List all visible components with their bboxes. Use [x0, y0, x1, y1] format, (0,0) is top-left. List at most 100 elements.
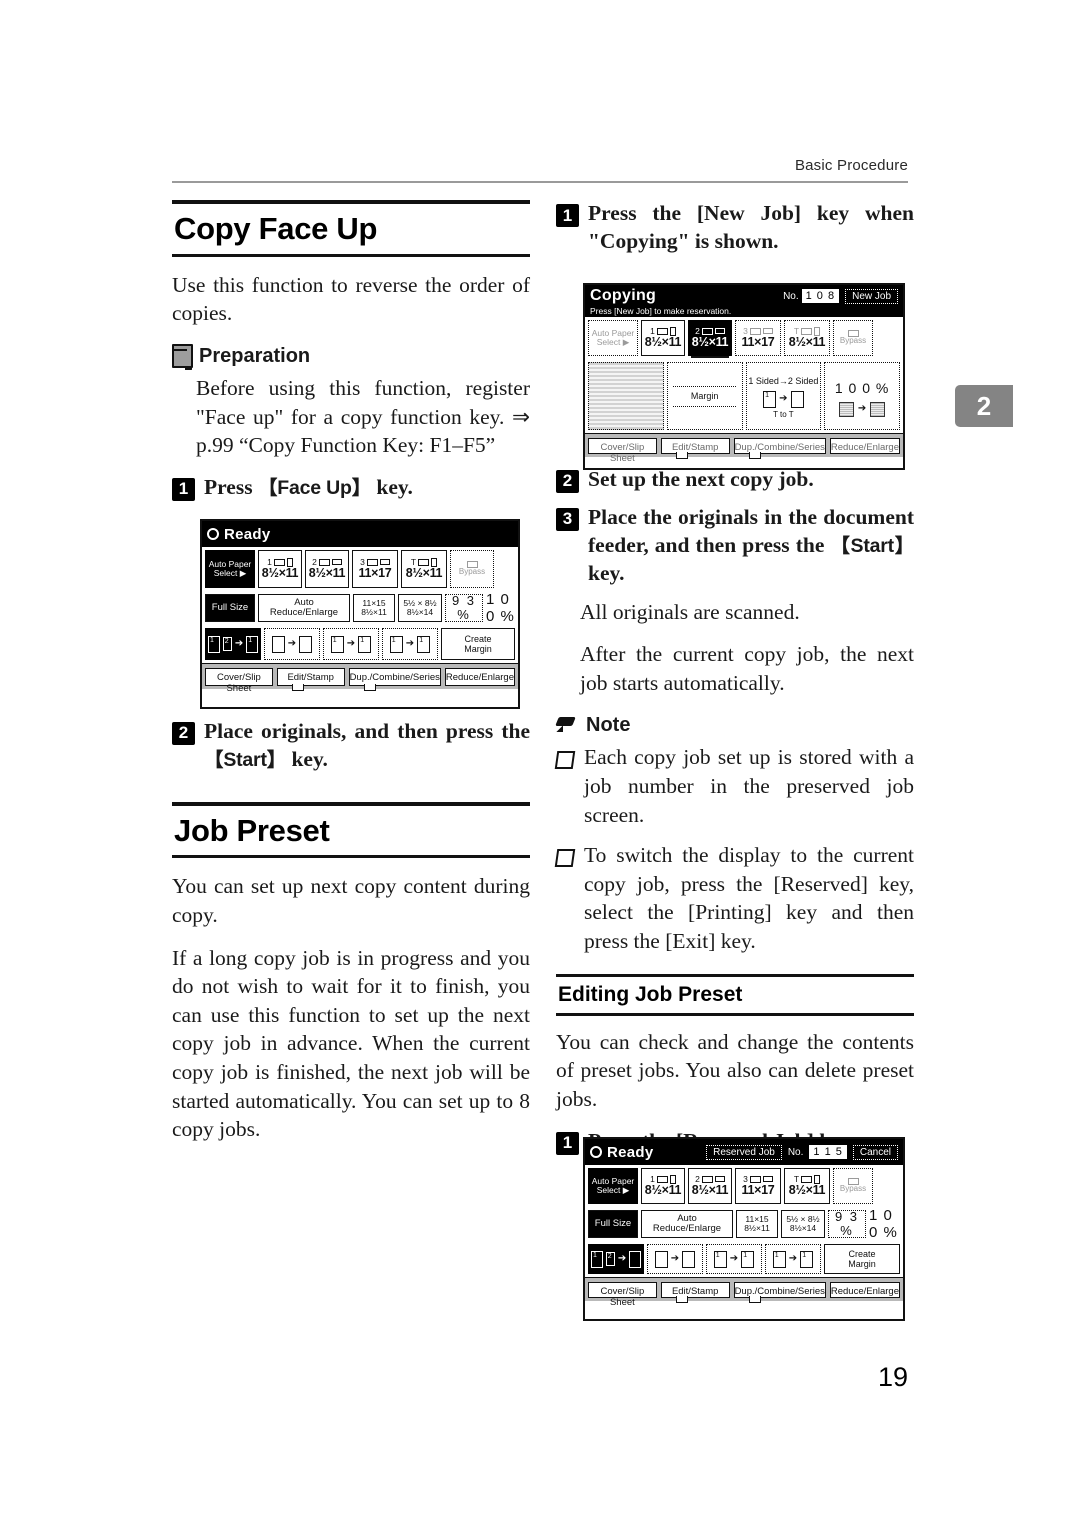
- duplex-key-1to2-sel[interactable]: 1 2 ➔ 1: [205, 628, 261, 660]
- tab-notch-icon: [675, 452, 688, 459]
- tab-reduce-enlarge[interactable]: Reduce/Enlarge: [829, 1282, 900, 1298]
- ratio-key-5half-x-8half[interactable]: 5½ × 8½ 8½×14: [398, 594, 442, 622]
- preparation-label: Preparation: [199, 345, 311, 367]
- ratio-93-label: 9 3 %: [834, 1208, 860, 1238]
- sheet-icon: 1: [763, 390, 777, 408]
- auto-reduce-enlarge-key[interactable]: Auto Reduce/Enlarge: [641, 1210, 733, 1238]
- orientation-landscape-icon: [331, 559, 342, 566]
- bypass-key[interactable]: Bypass: [833, 320, 873, 356]
- lcd-status-text: Copying: [590, 287, 657, 304]
- duplex-key-combine[interactable]: 1 ➔ 1: [382, 628, 438, 660]
- full-size-key[interactable]: Full Size: [588, 1210, 638, 1238]
- arrow-icon: ➔: [729, 1253, 739, 1264]
- step-number: 2: [556, 469, 579, 493]
- running-head: Basic Procedure: [794, 157, 908, 174]
- page-icon: [870, 401, 886, 417]
- reserved-job-button[interactable]: Reserved Job: [706, 1144, 782, 1160]
- paper-tray-key-2[interactable]: 2 8½×11: [688, 1168, 732, 1204]
- tab-edit-stamp[interactable]: Edit/Stamp: [276, 668, 345, 691]
- ratio-key-11x15[interactable]: 11×15 8½×11: [353, 594, 395, 622]
- sheet-icon: 1: [741, 1250, 755, 1268]
- tab-edit-stamp[interactable]: Edit/Stamp: [660, 438, 730, 459]
- paper-tray-key-1[interactable]: 1 8½×11: [641, 320, 685, 356]
- zoom-value: 1 0 0 %: [834, 379, 890, 396]
- arrow-icon: ➔: [405, 638, 415, 649]
- paper-tray-row: Auto Paper Select ▶ 1 8½×11 2 8½×11 3 11×…: [585, 1165, 903, 1207]
- duplex-key-1to1[interactable]: 1 ➔ 1: [706, 1244, 762, 1274]
- ratio-key-5half-x-8half[interactable]: 5½ × 8½ 8½×14: [781, 1210, 825, 1238]
- margin-label: Margin: [690, 390, 719, 401]
- paper-tray-key-2-selected[interactable]: 2 8½×11: [688, 320, 732, 356]
- operation-panel-ready-screenshot: Ready Auto Paper Select ▶ 1 8½×11 2 8½×11…: [200, 519, 520, 709]
- step-text-after: key.: [286, 746, 328, 771]
- paper-tray-key-1[interactable]: 1 8½×11: [641, 1168, 685, 1204]
- duplex-key-combine[interactable]: 1 ➔ 1: [765, 1244, 821, 1274]
- auto-paper-select-key[interactable]: Auto Paper Select ▶: [588, 320, 638, 356]
- sheet-icon: [299, 635, 313, 653]
- tab-notch-icon: [291, 684, 304, 691]
- arrow-icon: ➔: [234, 638, 244, 649]
- duplex-key-2to2[interactable]: ➔: [264, 628, 320, 660]
- auto-paper-select-key[interactable]: Auto Paper Select ▶: [588, 1168, 638, 1204]
- tab-cover-slip-sheet[interactable]: Cover/Slip Sheet: [588, 438, 657, 464]
- paper-size-label: 11×17: [741, 334, 775, 349]
- bypass-label: Bypass: [458, 567, 486, 577]
- cancel-button[interactable]: Cancel: [852, 1144, 898, 1160]
- tab-dup-combine-series[interactable]: Dup./Combine/Series: [733, 1282, 826, 1303]
- duplex-key-2to2[interactable]: ➔: [647, 1244, 703, 1274]
- after-step-text-1: All originals are scanned.: [580, 599, 800, 624]
- bypass-key[interactable]: Bypass: [833, 1168, 873, 1204]
- running-head-rule: [172, 181, 908, 183]
- paper-tray-key-3[interactable]: 3 11×17: [352, 550, 398, 588]
- paper-tray-key-t[interactable]: T 8½×11: [784, 320, 830, 356]
- status-cell-cover: [588, 362, 664, 430]
- duplex-key-1to1[interactable]: 1 ➔ 1: [323, 628, 379, 660]
- tray-icon: [366, 558, 378, 566]
- tab-notch-icon: [748, 452, 761, 459]
- auto-paper-select-key[interactable]: Auto Paper Select ▶: [205, 550, 255, 588]
- duplex-key-1to2-sel[interactable]: 1 2 ➔: [588, 1244, 644, 1274]
- create-margin-key[interactable]: Create Margin: [824, 1244, 900, 1274]
- paper-tray-key-3[interactable]: 3 11×17: [735, 320, 781, 356]
- paper-tray-key-t[interactable]: T 8½×11: [784, 1168, 830, 1204]
- bypass-label: Bypass: [839, 1184, 867, 1194]
- tab-cover-slip-sheet[interactable]: Cover/Slip Sheet: [205, 668, 273, 694]
- tab-notch-icon: [748, 1296, 761, 1303]
- paper-tray-key-3[interactable]: 3 11×17: [735, 1168, 781, 1204]
- note-bullet-2: To switch the display to the current cop…: [554, 841, 914, 955]
- paper-tray-key-1[interactable]: 1 8½×11: [258, 550, 302, 588]
- orientation-landscape-icon: [379, 559, 390, 566]
- new-job-button[interactable]: New Job: [845, 288, 898, 304]
- sheet-icon: 1: [417, 635, 431, 653]
- paper-size-label: 8½×11: [405, 565, 443, 580]
- intro-paragraph: Use this function to reverse the order o…: [172, 272, 530, 326]
- tab-reduce-enlarge[interactable]: Reduce/Enlarge: [829, 438, 900, 454]
- sheet-icon: 1: [208, 635, 220, 653]
- ratio-key-93[interactable]: 9 3 %: [828, 1208, 866, 1238]
- tab-cover-slip-sheet[interactable]: Cover/Slip Sheet: [588, 1282, 657, 1308]
- paper-tray-key-t[interactable]: T 8½×11: [401, 550, 447, 588]
- paper-tray-key-2[interactable]: 2 8½×11: [305, 550, 349, 588]
- page-icon: [838, 401, 854, 417]
- tab-edit-stamp[interactable]: Edit/Stamp: [660, 1282, 730, 1303]
- full-size-key[interactable]: Full Size: [205, 594, 255, 622]
- tab-dup-combine-series[interactable]: Dup./Combine/Series: [348, 668, 441, 691]
- status-cell-duplex: 1 Sided→2 Sided 1 ➔ T to T: [745, 362, 822, 430]
- step-number: 1: [556, 204, 579, 227]
- manual-page: Basic Procedure 2 Copy Face Up Use this …: [0, 0, 1080, 1528]
- auto-reduce-enlarge-key[interactable]: Auto Reduce/Enlarge: [258, 594, 350, 622]
- note-bullet-1: Each copy job set up is stored with a jo…: [554, 743, 914, 829]
- step-text: Place the originals in the document feed…: [588, 504, 914, 588]
- function-tab-row: Cover/Slip Sheet Edit/Stamp Dup./Combine…: [585, 1277, 903, 1308]
- create-margin-key[interactable]: Create Margin: [441, 628, 515, 660]
- paper-size-label: 8½×11: [261, 565, 299, 580]
- ratio-key-93[interactable]: 9 3 %: [445, 593, 483, 622]
- note-text: To switch the display to the current cop…: [584, 843, 914, 953]
- arrow-icon: ➔: [779, 393, 788, 404]
- step-number: 1: [172, 477, 195, 501]
- ratio-key-11x15[interactable]: 11×15 8½×11: [736, 1210, 778, 1238]
- tab-reduce-enlarge[interactable]: Reduce/Enlarge: [444, 668, 515, 686]
- arrow-icon: ➔: [617, 1253, 627, 1264]
- tab-dup-combine-series[interactable]: Dup./Combine/Series: [733, 438, 826, 459]
- bypass-key[interactable]: Bypass: [450, 550, 494, 588]
